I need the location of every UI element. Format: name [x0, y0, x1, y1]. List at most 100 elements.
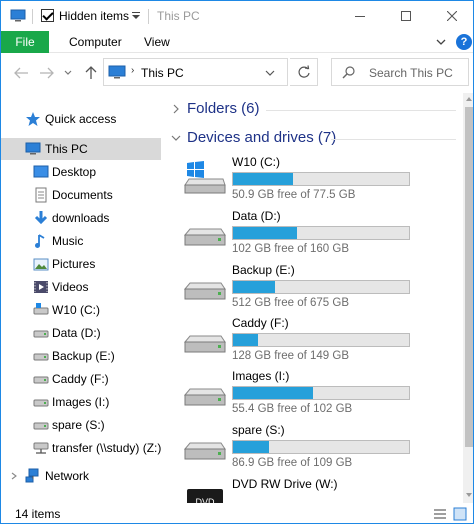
sidebar-item-label: Videos — [52, 280, 89, 294]
drive-item-images-i[interactable]: Images (I:) 55.4 GB free of 102 GB — [181, 369, 413, 419]
drive-usage-bar — [232, 280, 410, 294]
sidebar-item-data-d[interactable]: Data (D:) — [1, 322, 161, 344]
computer-icon — [25, 142, 41, 155]
drive-item-data-d[interactable]: Data (D:) 102 GB free of 160 GB — [181, 209, 413, 259]
search-input[interactable]: Search This PC — [369, 66, 453, 80]
sidebar-item-caddy-f[interactable]: Caddy (F:) — [1, 368, 161, 390]
drive-name: W10 (C:) — [232, 155, 280, 169]
ribbon-tabs: File Computer View ? — [1, 31, 473, 53]
hidden-items-checkbox[interactable] — [41, 9, 54, 22]
sidebar-item-backup-e[interactable]: Backup (E:) — [1, 345, 161, 367]
sidebar-item-label: Music — [52, 234, 84, 248]
chevron-right-icon[interactable] — [10, 472, 18, 480]
chevron-right-icon — [173, 104, 179, 113]
breadcrumb-separator-icon[interactable]: › — [131, 65, 134, 76]
drive-icon — [33, 303, 49, 315]
folders-group-header[interactable]: Folders (6) — [171, 100, 260, 117]
sidebar-item-pictures[interactable]: Pictures — [1, 253, 161, 275]
drive-item-caddy-f[interactable]: Caddy (F:) 128 GB free of 149 GB — [181, 316, 413, 366]
scroll-up-arrow-icon[interactable] — [463, 93, 474, 105]
drive-item-spare-s[interactable]: spare (S:) 86.9 GB free of 109 GB — [181, 423, 413, 473]
scrollbar-thumb[interactable] — [465, 107, 473, 447]
address-history-chevron-icon[interactable] — [265, 69, 275, 77]
network-icon — [25, 468, 39, 483]
back-arrow-icon[interactable] — [13, 66, 29, 80]
sidebar-item-documents[interactable]: Documents — [1, 184, 161, 206]
status-bar: 14 items — [1, 503, 473, 523]
sidebar-item-label: W10 (C:) — [52, 303, 100, 317]
breadcrumb-this-pc[interactable]: This PC — [141, 66, 184, 80]
help-button[interactable]: ? — [456, 34, 472, 50]
item-count: 14 items — [15, 507, 61, 521]
drive-item-dvd-w[interactable]: DVD DVD RW Drive (W:) — [181, 477, 413, 503]
sidebar-item-quick-access[interactable]: Quick access — [1, 108, 161, 130]
videos-icon — [34, 281, 48, 293]
sidebar-item-images-i[interactable]: Images (I:) — [1, 391, 161, 413]
close-button[interactable] — [429, 1, 473, 31]
large-icons-view-icon[interactable] — [453, 507, 467, 521]
music-icon — [35, 234, 45, 248]
tab-file[interactable]: File — [1, 31, 49, 53]
address-bar[interactable]: › This PC — [103, 58, 288, 86]
close-icon — [447, 11, 457, 21]
hard-drive-icon — [183, 228, 226, 246]
star-icon — [26, 112, 40, 126]
drive-free-space: 512 GB free of 675 GB — [232, 297, 349, 309]
drive-usage-bar — [232, 440, 410, 454]
hidden-items-label[interactable]: Hidden items — [59, 9, 129, 23]
search-box[interactable]: Search This PC — [331, 58, 469, 86]
network-drive-icon — [33, 442, 49, 454]
search-icon — [342, 66, 355, 79]
navigation-pane: Quick access This PC Desktop Documents d… — [1, 93, 161, 503]
window-title: This PC — [157, 9, 200, 23]
drive-name: Data (D:) — [232, 209, 281, 223]
pictures-icon — [33, 258, 49, 271]
drive-free-space: 50.9 GB free of 77.5 GB — [232, 189, 356, 201]
sidebar-item-desktop[interactable]: Desktop — [1, 161, 161, 183]
sidebar-item-label: Caddy (F:) — [52, 372, 109, 386]
sidebar-item-label: Documents — [52, 188, 113, 202]
explorer-window: Hidden items This PC File Computer View … — [0, 0, 474, 524]
drive-item-w10-c[interactable]: W10 (C:) 50.9 GB free of 77.5 GB — [181, 155, 413, 205]
tab-computer[interactable]: Computer — [69, 35, 122, 49]
recent-locations-chevron-icon[interactable] — [63, 66, 73, 80]
group-divider — [331, 139, 456, 140]
drive-usage-fill — [233, 227, 297, 239]
sidebar-item-downloads[interactable]: downloads — [1, 207, 161, 229]
hard-drive-icon — [183, 388, 226, 406]
minimize-button[interactable] — [337, 1, 383, 31]
drive-icon — [33, 376, 49, 384]
up-arrow-icon[interactable] — [83, 66, 99, 80]
sidebar-item-spare-s[interactable]: spare (S:) — [1, 414, 161, 436]
drive-name: Caddy (F:) — [232, 316, 289, 330]
drive-item-backup-e[interactable]: Backup (E:) 512 GB free of 675 GB — [181, 263, 413, 313]
sidebar-item-transfer-z[interactable]: transfer (\\study) (Z:) — [1, 437, 161, 459]
refresh-button[interactable] — [290, 58, 318, 86]
sidebar-item-label: This PC — [45, 142, 88, 156]
sidebar-item-network[interactable]: Network — [1, 465, 161, 487]
maximize-button[interactable] — [383, 1, 429, 31]
devices-group-label: Devices and drives (7) — [187, 129, 337, 146]
tab-view[interactable]: View — [144, 35, 170, 49]
sidebar-item-music[interactable]: Music — [1, 230, 161, 252]
drive-usage-bar — [232, 386, 410, 400]
customize-toolbar-dropdown-icon[interactable] — [131, 11, 141, 21]
details-view-icon[interactable] — [433, 507, 447, 521]
windows-drive-icon — [184, 161, 226, 194]
sidebar-item-this-pc[interactable]: This PC — [1, 138, 161, 160]
minimize-icon — [355, 16, 365, 17]
expand-ribbon-chevron-icon[interactable] — [434, 35, 448, 49]
sidebar-item-w10-c[interactable]: W10 (C:) — [1, 299, 161, 321]
hard-drive-icon — [183, 335, 226, 353]
sidebar-item-label: Quick access — [45, 112, 117, 126]
sidebar-item-label: Data (D:) — [52, 326, 101, 340]
devices-group-header[interactable]: Devices and drives (7) — [171, 129, 336, 146]
forward-arrow-icon[interactable] — [39, 66, 55, 80]
vertical-scrollbar[interactable] — [463, 93, 474, 503]
sidebar-item-videos[interactable]: Videos — [1, 276, 161, 298]
sidebar-item-label: spare (S:) — [52, 418, 105, 432]
sidebar-item-label: Desktop — [52, 165, 97, 179]
scroll-down-arrow-icon[interactable] — [463, 489, 474, 501]
drive-name: spare (S:) — [232, 423, 285, 437]
drive-usage-bar — [232, 172, 410, 186]
